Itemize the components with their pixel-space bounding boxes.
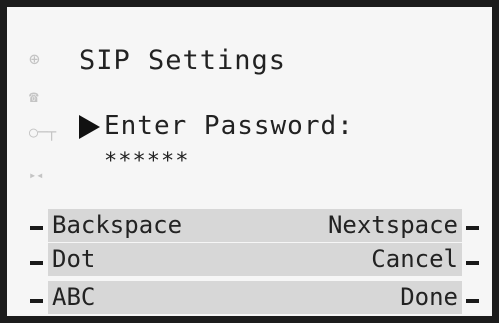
phone-icon: ☎ bbox=[29, 87, 39, 106]
softkey-dash-left-2 bbox=[30, 261, 43, 265]
softkey-row-1: Backspace Nextspace bbox=[48, 209, 462, 242]
abc-softkey[interactable]: ABC bbox=[48, 281, 99, 314]
softkey-dash-right-2 bbox=[466, 261, 479, 265]
softkey-row-3: ABC Done bbox=[48, 281, 462, 314]
done-softkey[interactable]: Done bbox=[396, 281, 462, 314]
split-icon: ▸◂ bbox=[29, 168, 44, 182]
cancel-softkey[interactable]: Cancel bbox=[367, 243, 462, 276]
softkey-dash-right-1 bbox=[466, 226, 479, 230]
dot-softkey[interactable]: Dot bbox=[48, 243, 99, 276]
screen-title: SIP Settings bbox=[79, 45, 287, 76]
selection-arrow-icon bbox=[79, 115, 100, 139]
password-prompt: Enter Password: bbox=[104, 111, 354, 141]
softkey-dash-right-3 bbox=[466, 299, 479, 303]
password-field[interactable]: ****** bbox=[104, 149, 189, 174]
key-icon: ○─┬ bbox=[29, 123, 57, 141]
softkey-area: Backspace Nextspace Dot Cancel ABC Done bbox=[48, 205, 462, 323]
nextspace-softkey[interactable]: Nextspace bbox=[324, 209, 462, 242]
backspace-softkey[interactable]: Backspace bbox=[48, 209, 186, 242]
softkey-dash-left-1 bbox=[30, 226, 43, 230]
softkey-dash-left-3 bbox=[30, 299, 43, 303]
globe-icon: ⊕ bbox=[29, 49, 40, 70]
softkey-row-2: Dot Cancel bbox=[48, 243, 462, 276]
